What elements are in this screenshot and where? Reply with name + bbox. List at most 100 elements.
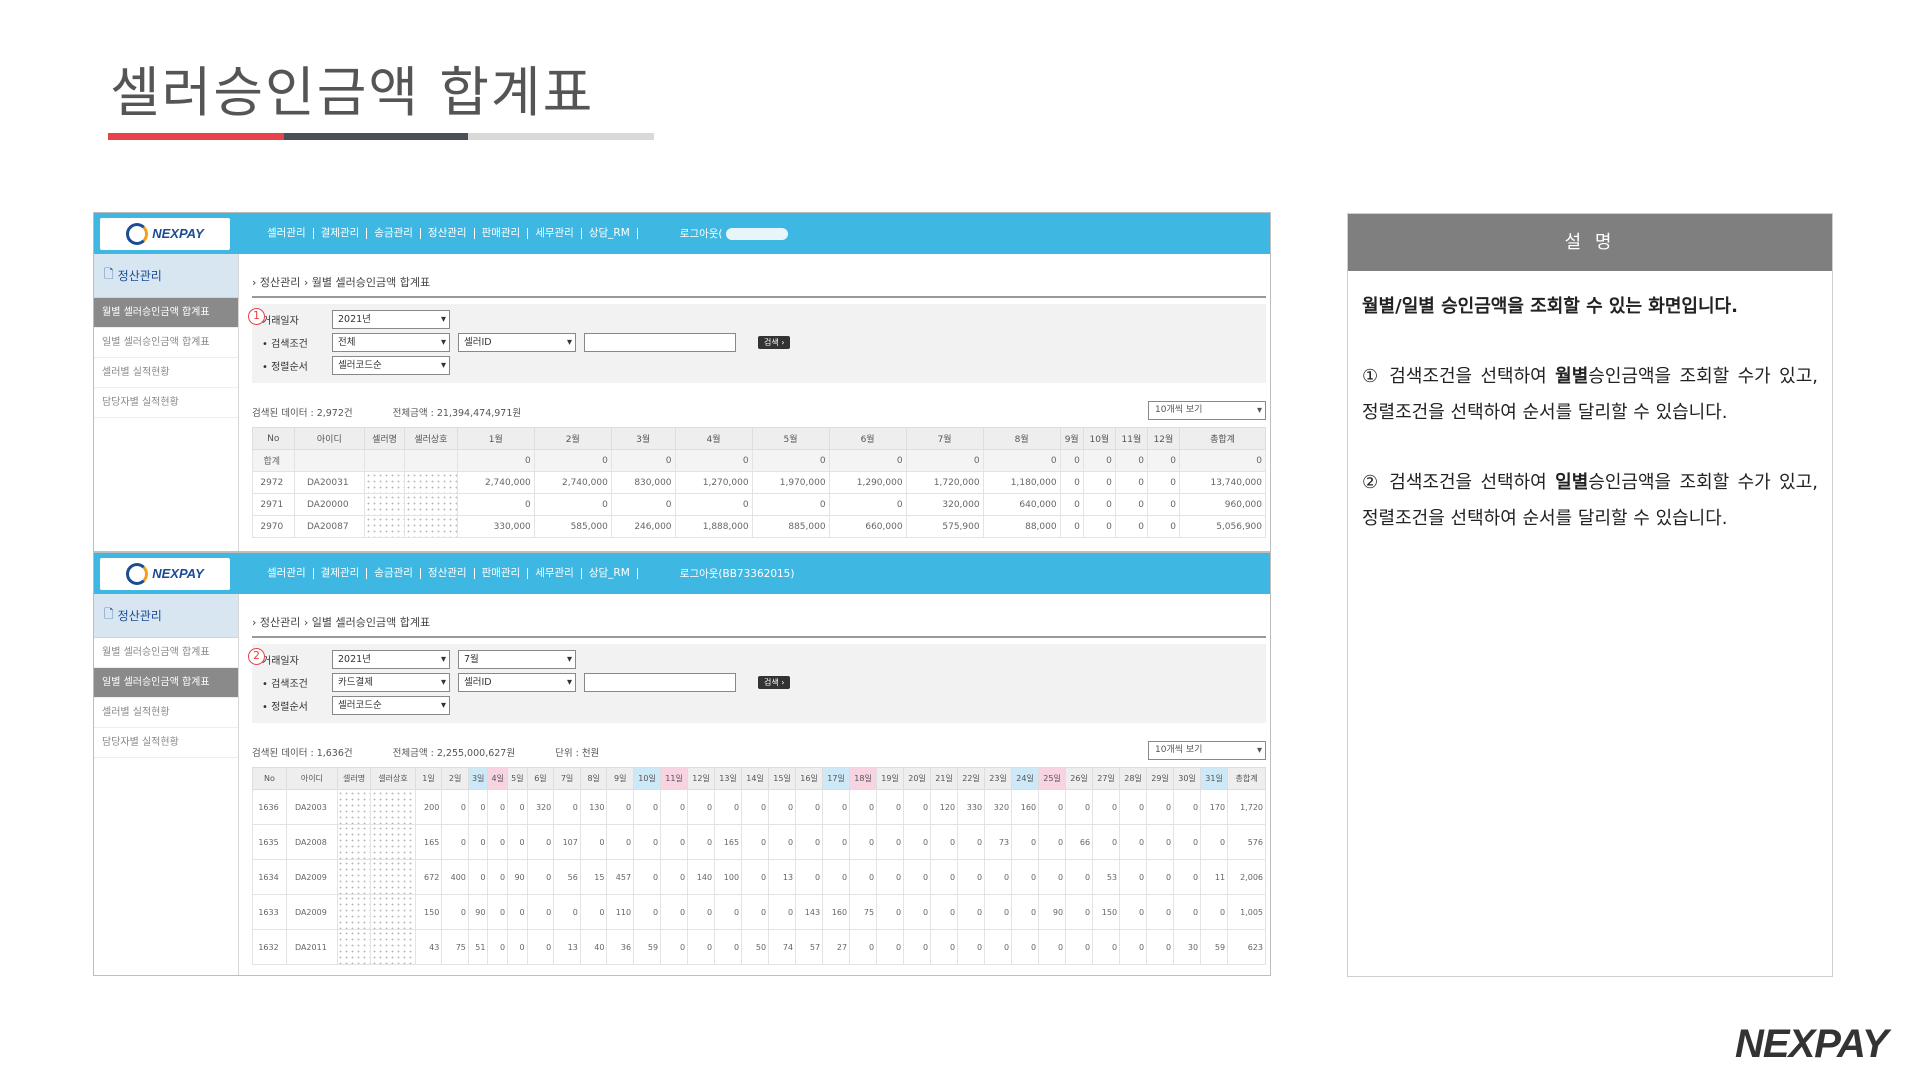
table-cell: 0 (1119, 859, 1148, 895)
nav-item[interactable]: 상담_RM (582, 228, 638, 239)
table-row[interactable]: 1633 DA2009 150 0 90 0 0 0 0 0 110 0 0 0 0 0 0 143 160 75 0 0… (252, 894, 1266, 930)
sort-select[interactable]: 셀러코드순 (332, 696, 450, 715)
year-select[interactable]: 2021년 (332, 650, 450, 669)
table-cell: 0 (984, 894, 1013, 930)
redacted-id (725, 227, 788, 240)
table-cell: 0 (1038, 859, 1067, 895)
table-cell: 0 (957, 859, 986, 895)
search-input[interactable] (584, 333, 736, 352)
table-cell: 2,006 (1227, 859, 1266, 895)
row-id: DA20031 (293, 471, 366, 494)
nav-item[interactable]: 세무관리 (528, 228, 582, 239)
table-cell: 0 (930, 859, 959, 895)
table-cell: 0 (660, 894, 689, 930)
table-cell: 0 (526, 824, 555, 860)
table-cell: 0 (849, 824, 878, 860)
nav-item[interactable]: 판매관리 (475, 568, 529, 579)
table-row[interactable]: 2971 DA20000 0 0 0 0 0 0 320,000 640,000 0 0 0 0 960,0… (252, 493, 1267, 516)
table-cell: 0 (633, 894, 662, 930)
logout-link[interactable]: 로그아웃( (680, 226, 788, 241)
field-select[interactable]: 셀러ID (458, 673, 576, 692)
nav-item[interactable]: 결제관리 (314, 228, 368, 239)
table-row[interactable]: 1632 DA2011 43 75 51 0 0 0 13 40 36 59 0 0 0 50 74 57 27 0 0… (252, 929, 1266, 965)
redacted-cell (404, 471, 458, 494)
table-cell: 0 (456, 493, 535, 516)
table-cell: 0 (822, 824, 851, 860)
table-cell: 0 (849, 929, 878, 965)
nav-item[interactable]: 세무관리 (528, 568, 582, 579)
column-header: 2월 (533, 427, 612, 450)
title-underline (108, 133, 654, 140)
search-input[interactable] (584, 673, 736, 692)
nexpay-logo[interactable]: NEXPAY (100, 217, 230, 250)
table-cell: 40 (579, 929, 608, 965)
table-cell: 53 (1092, 859, 1121, 895)
table-row[interactable]: 2970 DA20087 330,000 585,000 246,000 1,888,00… (252, 515, 1267, 538)
column-header: 셀러상호 (404, 427, 458, 450)
table-cell: 0 (876, 894, 905, 930)
nav-item[interactable]: 셀러관리 (260, 568, 314, 579)
table-cell: 0 (553, 789, 581, 825)
table-cell: 0 (553, 894, 581, 930)
sort-select[interactable]: 셀러코드순 (332, 356, 450, 375)
column-header: 24일 (1011, 767, 1040, 790)
nav-item[interactable]: 송금관리 (367, 228, 421, 239)
column-header: 23일 (984, 767, 1013, 790)
table-cell: 457 (606, 859, 635, 895)
search-button[interactable]: 검색 › (758, 676, 791, 689)
sidebar-item-manager-perf[interactable]: 담당자별 실적현황 (94, 388, 238, 418)
sidebar-item-monthly[interactable]: 월별 셀러승인금액 합계표 (94, 298, 238, 328)
table-row[interactable]: 1635 DA2008 165 0 0 0 0 0 107 0 0 0 0 0 165 0 0 0 0 0 0 0 0 0 73… (252, 824, 1266, 860)
table-cell: 143 (795, 894, 824, 930)
table-row[interactable]: 1636 DA2003 200 0 0 0 0 320 0 130 0 0 0 0 0 0 0 0 0 0 0 0 120 3… (252, 789, 1266, 825)
condition-select[interactable]: 전체 (332, 333, 450, 352)
year-select[interactable]: 2021년 (332, 310, 450, 329)
page-size-select[interactable]: 10개씩 보기 (1148, 741, 1266, 760)
field-select[interactable]: 셀러ID (458, 333, 576, 352)
table-cell: 0 (828, 493, 907, 516)
sidebar-item-seller-perf[interactable]: 셀러별 실적현황 (94, 358, 238, 388)
monthly-screenshot: NEXPAY 셀러관리 결제관리 송금관리 정산관리 판매관리 세무관리 상담_… (93, 212, 1271, 552)
nav-item[interactable]: 정산관리 (421, 228, 475, 239)
table-cell: 170 (1200, 789, 1229, 825)
logout-link[interactable]: 로그아웃(BB73362015) (680, 566, 795, 581)
table-cell: 130 (579, 789, 608, 825)
sidebar-item-monthly[interactable]: 월별 셀러승인금액 합계표 (94, 638, 238, 668)
month-select[interactable]: 7월 (458, 650, 576, 669)
nav-item[interactable]: 셀러관리 (260, 228, 314, 239)
column-header: 4월 (674, 427, 753, 450)
nav-item[interactable]: 정산관리 (421, 568, 475, 579)
search-button[interactable]: 검색 › (758, 336, 791, 349)
nexpay-logo[interactable]: NEXPAY (100, 557, 230, 590)
table-cell: 90 (1038, 894, 1067, 930)
table-cell: 0 (1038, 824, 1067, 860)
table-cell: 0 (822, 859, 851, 895)
column-header: 28일 (1119, 767, 1148, 790)
table-row[interactable]: 1634 DA2009 672 400 0 0 90 0 56 15 457 0 0 140 100 0 13 0… (252, 859, 1266, 895)
table-cell: 0 (660, 859, 689, 895)
sidebar-item-daily[interactable]: 일별 셀러승인금액 합계표 (94, 668, 238, 698)
nav-item[interactable]: 송금관리 (367, 568, 421, 579)
table-cell: 51 (467, 929, 489, 965)
sidebar-item-daily[interactable]: 일별 셀러승인금액 합계표 (94, 328, 238, 358)
sidebar-item-seller-perf[interactable]: 셀러별 실적현황 (94, 698, 238, 728)
table-cell: 73 (984, 824, 1013, 860)
redacted-cell (336, 789, 372, 825)
column-header: 29일 (1146, 767, 1175, 790)
nav-item[interactable]: 상담_RM (582, 568, 638, 579)
sidebar-item-manager-perf[interactable]: 담당자별 실적현황 (94, 728, 238, 758)
nav-item[interactable]: 판매관리 (475, 228, 529, 239)
table-cell: 0 (456, 449, 535, 472)
table-cell: 0 (1082, 471, 1116, 494)
table-cell: 575,900 (905, 515, 984, 538)
table-cell: 0 (1011, 824, 1040, 860)
nav-item[interactable]: 결제관리 (314, 568, 368, 579)
column-header: 10일 (633, 767, 662, 790)
row-id: DA2009 (286, 859, 338, 895)
table-cell: 0 (1146, 515, 1180, 538)
breadcrumb: › 정산관리 › 월별 셀러승인금액 합계표 (252, 274, 1266, 298)
condition-select[interactable]: 카드결제 (332, 673, 450, 692)
table-row[interactable]: 2972 DA20031 2,740,000 2,740,000 830,000 1,27… (252, 471, 1267, 494)
page-size-select[interactable]: 10개씩 보기 (1148, 401, 1266, 420)
column-header: 13일 (714, 767, 743, 790)
